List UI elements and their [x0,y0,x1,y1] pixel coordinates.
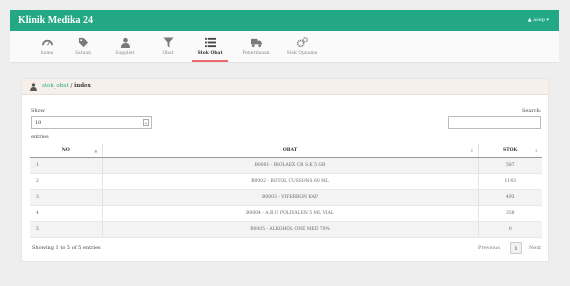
entries-label: entries [31,134,49,140]
cell-stok: 493 [478,189,542,206]
user-icon [120,37,130,48]
nav-satuan[interactable]: Satuan [70,31,96,63]
cell-stok: 587 [478,157,542,174]
cell-obat: B0004 - A.B.U POLIVALEN 5 ML VIAL [102,205,479,222]
table-row: 5 B0005 - ALKOHOL ONE MED 70% 0 [30,221,542,238]
cell-no: 4 [30,205,103,222]
breadcrumb-link[interactable]: stok_obat [42,83,69,89]
breadcrumb-current: index [74,83,91,89]
nav-stok-obat[interactable]: Stok Obat [192,31,228,63]
table-row: 3 B0003 - VIFERRON KAP 493 [30,189,542,206]
next-button[interactable]: Next [529,242,541,254]
sort-asc-icon: ▲ [94,148,98,153]
cell-no: 1 [30,157,103,174]
nav-stok-obat-label: Stok Obat [197,51,223,56]
chevron-down-icon: ⌄ [143,119,149,126]
cell-obat: B0002 - BOTOL CUSSONS 60 ML [102,173,479,190]
table-row: 4 B0004 - A.B.U POLIVALEN 5 ML VIAL 358 [30,205,542,222]
nav-home-label: home [40,51,54,56]
nav-home[interactable]: home [34,31,60,63]
cell-no: 3 [30,189,103,206]
table-row: 1 B0001 - BIOLAEX CR S.K 5 GR 587 [30,157,542,174]
cell-stok: 0 [478,221,542,238]
dashboard-icon [41,39,53,46]
nav-penerimaan-label: Penerimaan [242,51,270,56]
column-header-stok[interactable]: STOK ⇕ [478,144,542,158]
funnel-icon [162,37,174,48]
search-input[interactable] [448,116,541,129]
column-header-no[interactable]: NO ▲ [30,144,103,158]
search-label: Search: [522,108,542,114]
previous-button[interactable]: Previous [478,242,500,254]
user-icon [30,83,37,91]
top-bar: Klinik Medika 24 ▲ asep ▾ [10,10,559,31]
cell-stok: 1143 [478,173,542,190]
page-size-select[interactable]: 10 ⌄ [31,116,152,129]
page-1-button[interactable]: 1 [510,242,522,254]
cell-no: 2 [30,173,103,190]
main-nav: home Satuan Supplier Obat Stok Obat Pene… [10,31,559,63]
nav-penerimaan[interactable]: Penerimaan [238,31,274,63]
sort-icon: ⇕ [534,148,538,153]
sort-icon: ⇕ [470,148,474,153]
column-header-obat[interactable]: OBAT ⇕ [102,144,479,158]
truck-icon [250,38,262,48]
cell-obat: B0003 - VIFERRON KAP [102,189,479,206]
stock-table: NO ▲ OBAT ⇕ STOK ⇕ 1 B0001 - BIOLAEX CR S.K… [30,144,542,238]
nav-obat[interactable]: Obat [156,31,180,63]
breadcrumb: stok_obat / index [22,79,548,95]
cell-obat: B0001 - BIOLAEX CR S.K 5 GR [102,157,479,174]
cell-obat: B0005 - ALKOHOL ONE MED 70% [102,221,479,238]
cell-no: 5 [30,221,103,238]
nav-supplier[interactable]: Supplier [110,31,140,63]
table-row: 2 B0002 - BOTOL CUSSONS 60 ML 1143 [30,173,542,190]
nav-supplier-label: Supplier [115,51,135,56]
gears-icon [296,37,308,48]
tag-icon [78,37,88,48]
page-size-value: 10 [35,120,42,126]
nav-obat-label: Obat [162,51,174,56]
show-label: Show [31,108,45,114]
list-icon [204,37,216,48]
table-info: Showing 1 to 5 of 5 entries [32,245,101,251]
app-brand[interactable]: Klinik Medika 24 [18,15,93,26]
nav-satuan-label: Satuan [74,51,92,56]
cell-stok: 358 [478,205,542,222]
nav-stok-opname-label: Stok Opname [286,51,318,56]
nav-stok-opname[interactable]: Stok Opname [282,31,322,63]
user-menu[interactable]: ▲ asep ▾ [528,17,549,23]
content-panel: stok_obat / index Show 10 ⌄ entries Sear… [21,78,549,262]
